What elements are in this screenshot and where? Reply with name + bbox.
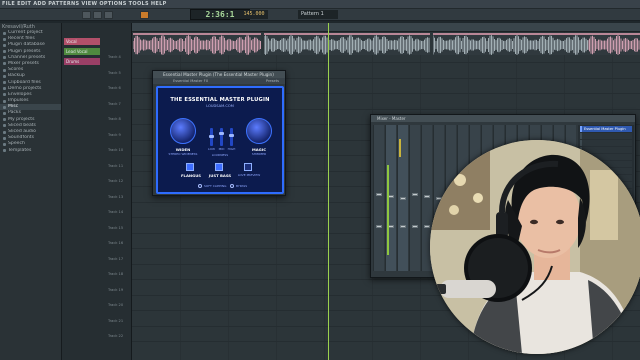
- playhead[interactable]: [328, 23, 329, 360]
- bypass-radio[interactable]: [230, 184, 234, 188]
- track-label: Track 16: [108, 241, 124, 245]
- browser-list: Current project Recent files Plugin databa…: [0, 30, 61, 154]
- waveform: [432, 35, 588, 55]
- magic-sub-label: SHIMMER: [251, 152, 267, 156]
- mixer-title[interactable]: Mixer - Master: [371, 115, 635, 122]
- stop-button[interactable]: [93, 11, 102, 19]
- mixer-strip[interactable]: [409, 125, 420, 271]
- audio-clip[interactable]: [263, 33, 430, 55]
- track-label: Track 13: [108, 194, 124, 199]
- track-label: Track 15: [108, 225, 124, 230]
- browser-panel: Kresavil/Ruth Current project Recent file…: [0, 23, 62, 360]
- pan-knob[interactable]: [376, 225, 382, 228]
- track-label: Track 14: [108, 210, 124, 214]
- waveform: [263, 35, 430, 55]
- plugin-window-title[interactable]: Essential Master Plugin (The Essential M…: [153, 71, 285, 78]
- pan-knob[interactable]: [412, 225, 418, 228]
- flangus-button[interactable]: [186, 163, 194, 171]
- plugin-preset-name[interactable]: Essential Master FX: [173, 79, 208, 83]
- volume-fader[interactable]: [412, 193, 418, 196]
- track-header[interactable]: Lead Vocal: [64, 48, 100, 55]
- just-bass-button[interactable]: [215, 163, 223, 171]
- track-label: Track 21: [108, 318, 124, 323]
- love-preview-label: LOVE PREVIEW: [237, 173, 261, 177]
- insert-slot-selected[interactable]: Essential Master Plugin: [580, 126, 632, 132]
- plugin-window: Essential Master Plugin (The Essential M…: [152, 70, 286, 196]
- just-bass-label: JUST BASS: [208, 173, 232, 178]
- waveform: [132, 35, 261, 55]
- plugin-website: LOUDSAM.COM: [206, 104, 234, 108]
- track-label: Track 5: [108, 70, 121, 75]
- plugin-toolbar: Essential Master FX Presets: [153, 78, 285, 84]
- track-label: Track 19: [108, 287, 124, 292]
- track-label: Track 4: [108, 55, 121, 59]
- track-label: Track 7: [108, 101, 121, 106]
- browser-header: Kresavil/Ruth: [2, 24, 35, 30]
- magic-knob[interactable]: [246, 118, 272, 144]
- mixer-strip[interactable]: [373, 125, 384, 271]
- flangus-label: FLANGUS: [180, 173, 202, 178]
- soft-clipping-radio[interactable]: [198, 184, 202, 188]
- record-button[interactable]: [104, 11, 113, 19]
- track-label: Track 9: [108, 132, 121, 137]
- band-slider[interactable]: [209, 128, 214, 146]
- main-menu[interactable]: FILE EDIT ADD PATTERNS VIEW OPTIONS TOOL…: [2, 0, 167, 9]
- insert-slot[interactable]: [580, 133, 632, 139]
- widen-sub-label: STEREO WIDENESS: [168, 152, 198, 156]
- pattern-mode-button[interactable]: [140, 11, 149, 19]
- track-row[interactable]: [132, 62, 640, 63]
- pan-knob[interactable]: [400, 225, 406, 228]
- audio-clip[interactable]: [132, 33, 261, 55]
- band-slider[interactable]: [229, 128, 234, 146]
- timeline-ruler[interactable]: [132, 23, 640, 32]
- mixer-strip[interactable]: [385, 125, 396, 271]
- widen-knob[interactable]: [170, 118, 196, 144]
- browser-item[interactable]: Templates: [0, 148, 61, 154]
- pan-knob[interactable]: [424, 225, 430, 228]
- pattern-selector[interactable]: Pattern 1: [298, 10, 338, 19]
- volume-fader[interactable]: [376, 193, 382, 196]
- slider-handle[interactable]: [219, 132, 224, 136]
- track-label: Track 20: [108, 303, 124, 307]
- band-label: HIGH: [227, 147, 236, 151]
- plugin-panel: THE ESSENTIAL MASTER PLUGIN LOUDSAM.COM …: [156, 86, 284, 194]
- track-label: Track 6: [108, 86, 121, 90]
- presets-button[interactable]: Presets: [266, 78, 279, 84]
- presenter-image: [430, 140, 640, 354]
- audio-clip[interactable]: [587, 33, 640, 55]
- track-label: Track 22: [108, 334, 124, 338]
- audio-clip[interactable]: [432, 33, 588, 55]
- track-header-column: [62, 23, 132, 360]
- loudness-label: LOUDNESS: [211, 153, 229, 157]
- mixer-strip[interactable]: [397, 125, 408, 271]
- love-preview-button[interactable]: [244, 163, 252, 171]
- track-label: Track 8: [108, 117, 121, 121]
- webcam-overlay: [430, 140, 640, 354]
- track-header[interactable]: Vocal: [64, 38, 100, 45]
- insert-slot[interactable]: [580, 140, 632, 146]
- plugin-title: THE ESSENTIAL MASTER PLUGIN: [170, 97, 270, 103]
- title-bar: FILE EDIT ADD PATTERNS VIEW OPTIONS TOOL…: [0, 0, 640, 9]
- volume-fader[interactable]: [400, 197, 406, 200]
- waveform: [587, 35, 640, 55]
- slider-handle[interactable]: [229, 134, 234, 138]
- track-label: Track 18: [108, 272, 124, 276]
- track-header[interactable]: Drums: [64, 58, 100, 65]
- bypass-label: BYPASS: [236, 184, 248, 188]
- track-label: Track 11: [108, 163, 124, 168]
- level-meter: [399, 139, 401, 157]
- level-meter: [387, 165, 389, 255]
- track-label: Track 10: [108, 148, 124, 152]
- track-label: Track 17: [108, 256, 124, 261]
- track-label: Track 12: [108, 179, 124, 183]
- slider-handle[interactable]: [209, 135, 214, 139]
- tempo-display[interactable]: 145.000: [240, 10, 268, 19]
- play-button[interactable]: [82, 11, 91, 19]
- band-slider[interactable]: [219, 128, 224, 146]
- volume-fader[interactable]: [424, 195, 430, 198]
